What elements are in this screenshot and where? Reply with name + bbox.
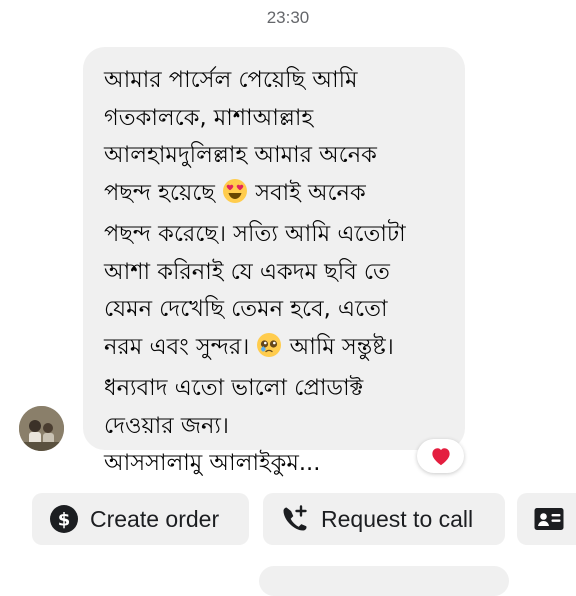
message-line: যেমন দেখেছি তেমন হবে, এতো bbox=[104, 296, 388, 322]
message-line: দেওয়ার জন্য। bbox=[104, 412, 229, 439]
message-line: পছন্দ হয়েছে সবাই অনেক bbox=[104, 175, 451, 217]
message-line: গতকালকে, মাশাআল্লাহ bbox=[104, 104, 314, 131]
message-line: নরম এবং সুন্দর। আমি সন্তুষ্ট। bbox=[104, 329, 451, 371]
contact-card-icon bbox=[533, 503, 565, 535]
next-message-bubble bbox=[259, 566, 509, 596]
message-line: পছন্দ করেছে। সত্যি আমি এতোটা bbox=[104, 221, 406, 247]
message-segment: নরম এবং সুন্দর। bbox=[104, 333, 250, 360]
message-bubble[interactable]: আমার পার্সেল পেয়েছি আমি গতকালকে, মাশাআল… bbox=[83, 47, 465, 476]
create-order-button[interactable]: $ Create order bbox=[32, 493, 249, 545]
phone-add-icon bbox=[279, 503, 311, 535]
message-timestamp: 23:30 bbox=[266, 8, 310, 27]
pleading-face-emoji bbox=[256, 332, 282, 371]
request-to-call-button[interactable]: Request to call bbox=[263, 493, 505, 545]
sender-avatar[interactable] bbox=[19, 406, 64, 451]
message-segment: আমি সন্তুষ্ট। bbox=[289, 333, 394, 360]
create-order-label: Create order bbox=[90, 505, 220, 532]
request-to-call-label: Request to call bbox=[321, 505, 474, 532]
message-line: আসসালামু আলাইকুম... bbox=[104, 450, 321, 476]
message-segment: পছন্দ হয়েছে bbox=[104, 179, 215, 206]
dollar-circle-icon: $ bbox=[48, 503, 80, 535]
svg-text:$: $ bbox=[58, 510, 71, 531]
message-line: ধন্যবাদ এতো ভালো প্রোডাক্ট bbox=[104, 375, 364, 401]
contact-card-button[interactable] bbox=[517, 493, 576, 545]
message-line: আশা করিনাই যে একদম ছবি তে bbox=[104, 258, 390, 285]
message-segment: সবাই অনেক bbox=[255, 179, 366, 206]
avatar-photo bbox=[19, 406, 64, 451]
red-heart-icon bbox=[431, 448, 450, 466]
heart-eyes-emoji bbox=[222, 178, 248, 217]
reaction-badge[interactable] bbox=[417, 439, 464, 473]
message-line: আলহামদুলিল্লাহ আমার অনেক bbox=[104, 142, 377, 168]
message-line: আমার পার্সেল পেয়েছি আমি bbox=[104, 67, 358, 93]
